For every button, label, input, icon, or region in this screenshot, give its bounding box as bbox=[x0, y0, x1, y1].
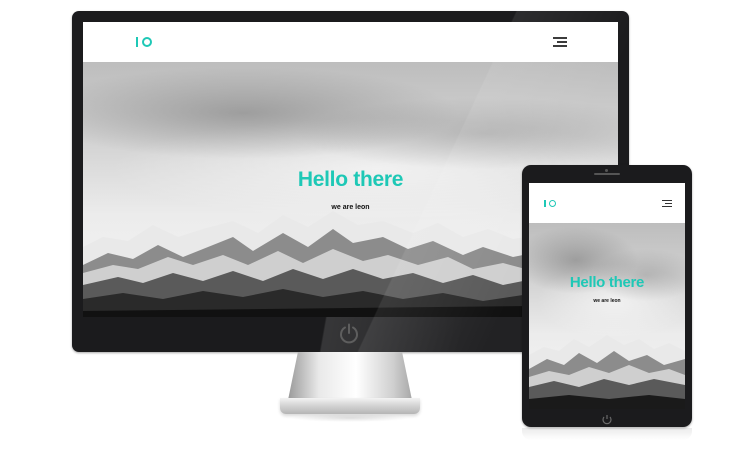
monitor-stand-base bbox=[280, 398, 420, 414]
tablet-device: Hello there we are leon bbox=[522, 165, 692, 427]
tablet-screen: Hello there we are leon bbox=[529, 183, 685, 409]
logo-bar bbox=[136, 37, 138, 47]
hero-mountains-image bbox=[529, 335, 685, 409]
hero-title: Hello there bbox=[569, 274, 645, 291]
logo-ring bbox=[548, 200, 556, 207]
tablet-speaker bbox=[594, 173, 620, 175]
tablet-site-logo[interactable] bbox=[544, 200, 556, 207]
tablet-camera bbox=[605, 169, 608, 172]
hero-subtitle: we are leon bbox=[593, 298, 621, 304]
power-icon[interactable] bbox=[338, 322, 360, 344]
site-logo[interactable] bbox=[136, 37, 152, 47]
logo-bar bbox=[544, 200, 546, 207]
tablet-reflection bbox=[522, 428, 692, 440]
stand-shadow bbox=[290, 414, 410, 422]
monitor-stand bbox=[288, 352, 412, 400]
tablet-hero-section: Hello there we are leon bbox=[529, 223, 685, 409]
hamburger-menu-icon[interactable] bbox=[662, 200, 672, 207]
site-header bbox=[83, 22, 618, 62]
tablet-site-header bbox=[529, 183, 685, 223]
logo-ring bbox=[142, 37, 152, 47]
home-button-icon[interactable] bbox=[601, 413, 613, 425]
hamburger-menu-icon[interactable] bbox=[553, 37, 567, 47]
